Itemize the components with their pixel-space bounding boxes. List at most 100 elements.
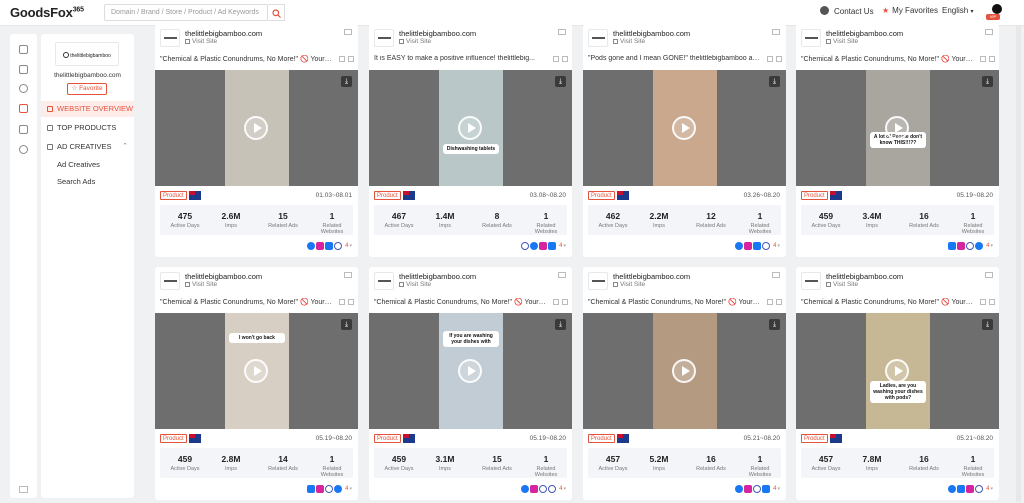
- chevron-down-icon[interactable]: ▾: [349, 242, 352, 250]
- translate-icon[interactable]: [989, 299, 995, 305]
- rail-target-icon[interactable]: [19, 145, 28, 154]
- play-icon[interactable]: [244, 116, 268, 140]
- page-scrollbar[interactable]: [1016, 26, 1021, 502]
- download-icon[interactable]: ⤓: [341, 319, 352, 330]
- ad-card[interactable]: thelittlebigbamboo.com Visit Site It is EA…: [369, 24, 572, 257]
- menu-top-products[interactable]: TOP PRODUCTS: [41, 120, 134, 136]
- visit-site-link[interactable]: Visit Site: [399, 281, 431, 288]
- play-icon[interactable]: [885, 116, 909, 140]
- ad-card[interactable]: thelittlebigbamboo.com Visit Site "Chemica…: [369, 267, 572, 500]
- advertiser-name[interactable]: thelittlebigbamboo.com: [613, 29, 690, 38]
- mail-icon[interactable]: [558, 29, 566, 35]
- copy-icon[interactable]: [767, 299, 773, 305]
- mail-icon[interactable]: [344, 29, 352, 35]
- chevron-down-icon[interactable]: ▾: [990, 485, 993, 493]
- more-platforms-count[interactable]: 4: [345, 242, 348, 250]
- copy-icon[interactable]: [339, 299, 345, 305]
- advertiser-name[interactable]: thelittlebigbamboo.com: [185, 29, 262, 38]
- ad-video[interactable]: Ladies, are you washing your dishes with…: [796, 313, 999, 429]
- visit-site-link[interactable]: Visit Site: [185, 38, 217, 45]
- submenu-search-ads[interactable]: Search Ads: [57, 177, 95, 186]
- mail-icon[interactable]: [985, 272, 993, 278]
- ad-card[interactable]: thelittlebigbamboo.com Visit Site "Chemica…: [796, 24, 999, 257]
- play-icon[interactable]: [672, 116, 696, 140]
- copy-icon[interactable]: [553, 299, 559, 305]
- collapse-sidebar-icon[interactable]: [19, 486, 28, 493]
- submenu-ad-creatives[interactable]: Ad Creatives: [57, 160, 100, 169]
- search-input[interactable]: Domain / Brand / Store / Product / Ad Ke…: [104, 4, 268, 21]
- language-select[interactable]: English ▾: [942, 6, 974, 15]
- ad-card[interactable]: thelittlebigbamboo.com Visit Site "Chemica…: [796, 267, 999, 500]
- play-icon[interactable]: [885, 359, 909, 383]
- copy-icon[interactable]: [980, 299, 986, 305]
- translate-icon[interactable]: [776, 56, 782, 62]
- translate-icon[interactable]: [562, 56, 568, 62]
- translate-icon[interactable]: [348, 56, 354, 62]
- play-icon[interactable]: [244, 359, 268, 383]
- ad-card[interactable]: thelittlebigbamboo.com Visit Site "Chemica…: [583, 267, 786, 500]
- chevron-down-icon[interactable]: ▾: [563, 485, 566, 493]
- download-icon[interactable]: ⤓: [982, 319, 993, 330]
- ad-video[interactable]: ⤓: [583, 70, 786, 186]
- ad-video[interactable]: ⤓: [155, 70, 358, 186]
- more-platforms-count[interactable]: 4: [986, 485, 989, 493]
- ad-video[interactable]: ⤓: [583, 313, 786, 429]
- mail-icon[interactable]: [772, 272, 780, 278]
- visit-site-link[interactable]: Visit Site: [185, 281, 217, 288]
- more-platforms-count[interactable]: 4: [773, 242, 776, 250]
- visit-site-link[interactable]: Visit Site: [826, 281, 858, 288]
- download-icon[interactable]: ⤓: [555, 76, 566, 87]
- download-icon[interactable]: ⤓: [555, 319, 566, 330]
- advertiser-name[interactable]: thelittlebigbamboo.com: [185, 272, 262, 281]
- more-platforms-count[interactable]: 4: [773, 485, 776, 493]
- rail-dashboard-icon[interactable]: [19, 45, 28, 54]
- ad-video[interactable]: A lot of People don't know THIS!!!?? ⤓: [796, 70, 999, 186]
- copy-icon[interactable]: [980, 56, 986, 62]
- ad-card[interactable]: thelittlebigbamboo.com Visit Site "Chemica…: [155, 267, 358, 500]
- ad-video[interactable]: Dishwashing tablets ⤓: [369, 70, 572, 186]
- rail-image-icon[interactable]: [19, 65, 28, 74]
- more-platforms-count[interactable]: 4: [345, 485, 348, 493]
- chevron-down-icon[interactable]: ▾: [990, 242, 993, 250]
- favorite-button[interactable]: ☆ Favorite: [67, 83, 107, 95]
- more-platforms-count[interactable]: 4: [986, 242, 989, 250]
- translate-icon[interactable]: [562, 299, 568, 305]
- chevron-down-icon[interactable]: ▾: [349, 485, 352, 493]
- ad-card[interactable]: thelittlebigbamboo.com Visit Site "Pods go…: [583, 24, 786, 257]
- copy-icon[interactable]: [767, 56, 773, 62]
- copy-icon[interactable]: [339, 56, 345, 62]
- more-platforms-count[interactable]: 4: [559, 242, 562, 250]
- visit-site-link[interactable]: Visit Site: [826, 38, 858, 45]
- visit-site-link[interactable]: Visit Site: [613, 38, 645, 45]
- advertiser-name[interactable]: thelittlebigbamboo.com: [613, 272, 690, 281]
- rail-diamond-icon[interactable]: [19, 125, 28, 134]
- contact-us-link[interactable]: Contact Us: [820, 6, 874, 16]
- goodsfox-logo[interactable]: GoodsFox365: [10, 5, 84, 20]
- ad-video[interactable]: I won't go back ⤓: [155, 313, 358, 429]
- avatar[interactable]: VIP: [986, 3, 1006, 23]
- translate-icon[interactable]: [348, 299, 354, 305]
- translate-icon[interactable]: [776, 299, 782, 305]
- more-platforms-count[interactable]: 4: [559, 485, 562, 493]
- menu-website-overview[interactable]: WEBSITE OVERVIEW: [41, 101, 134, 117]
- advertiser-name[interactable]: thelittlebigbamboo.com: [826, 272, 903, 281]
- rail-compass-icon[interactable]: [19, 84, 28, 93]
- play-icon[interactable]: [672, 359, 696, 383]
- advertiser-name[interactable]: thelittlebigbamboo.com: [399, 272, 476, 281]
- mail-icon[interactable]: [558, 272, 566, 278]
- menu-ad-creatives[interactable]: AD CREATIVES ⌃: [41, 139, 134, 155]
- download-icon[interactable]: ⤓: [769, 76, 780, 87]
- ad-card[interactable]: thelittlebigbamboo.com Visit Site "Chemica…: [155, 24, 358, 257]
- play-icon[interactable]: [458, 359, 482, 383]
- search-button[interactable]: [268, 4, 285, 21]
- ad-video[interactable]: If you are washing your dishes with ⤓: [369, 313, 572, 429]
- chevron-down-icon[interactable]: ▾: [777, 485, 780, 493]
- copy-icon[interactable]: [553, 56, 559, 62]
- advertiser-name[interactable]: thelittlebigbamboo.com: [399, 29, 476, 38]
- translate-icon[interactable]: [989, 56, 995, 62]
- chevron-down-icon[interactable]: ▾: [777, 242, 780, 250]
- rail-store-icon[interactable]: [19, 104, 28, 113]
- download-icon[interactable]: ⤓: [341, 76, 352, 87]
- visit-site-link[interactable]: Visit Site: [399, 38, 431, 45]
- my-favorites-link[interactable]: ★ My Favorites: [882, 6, 938, 15]
